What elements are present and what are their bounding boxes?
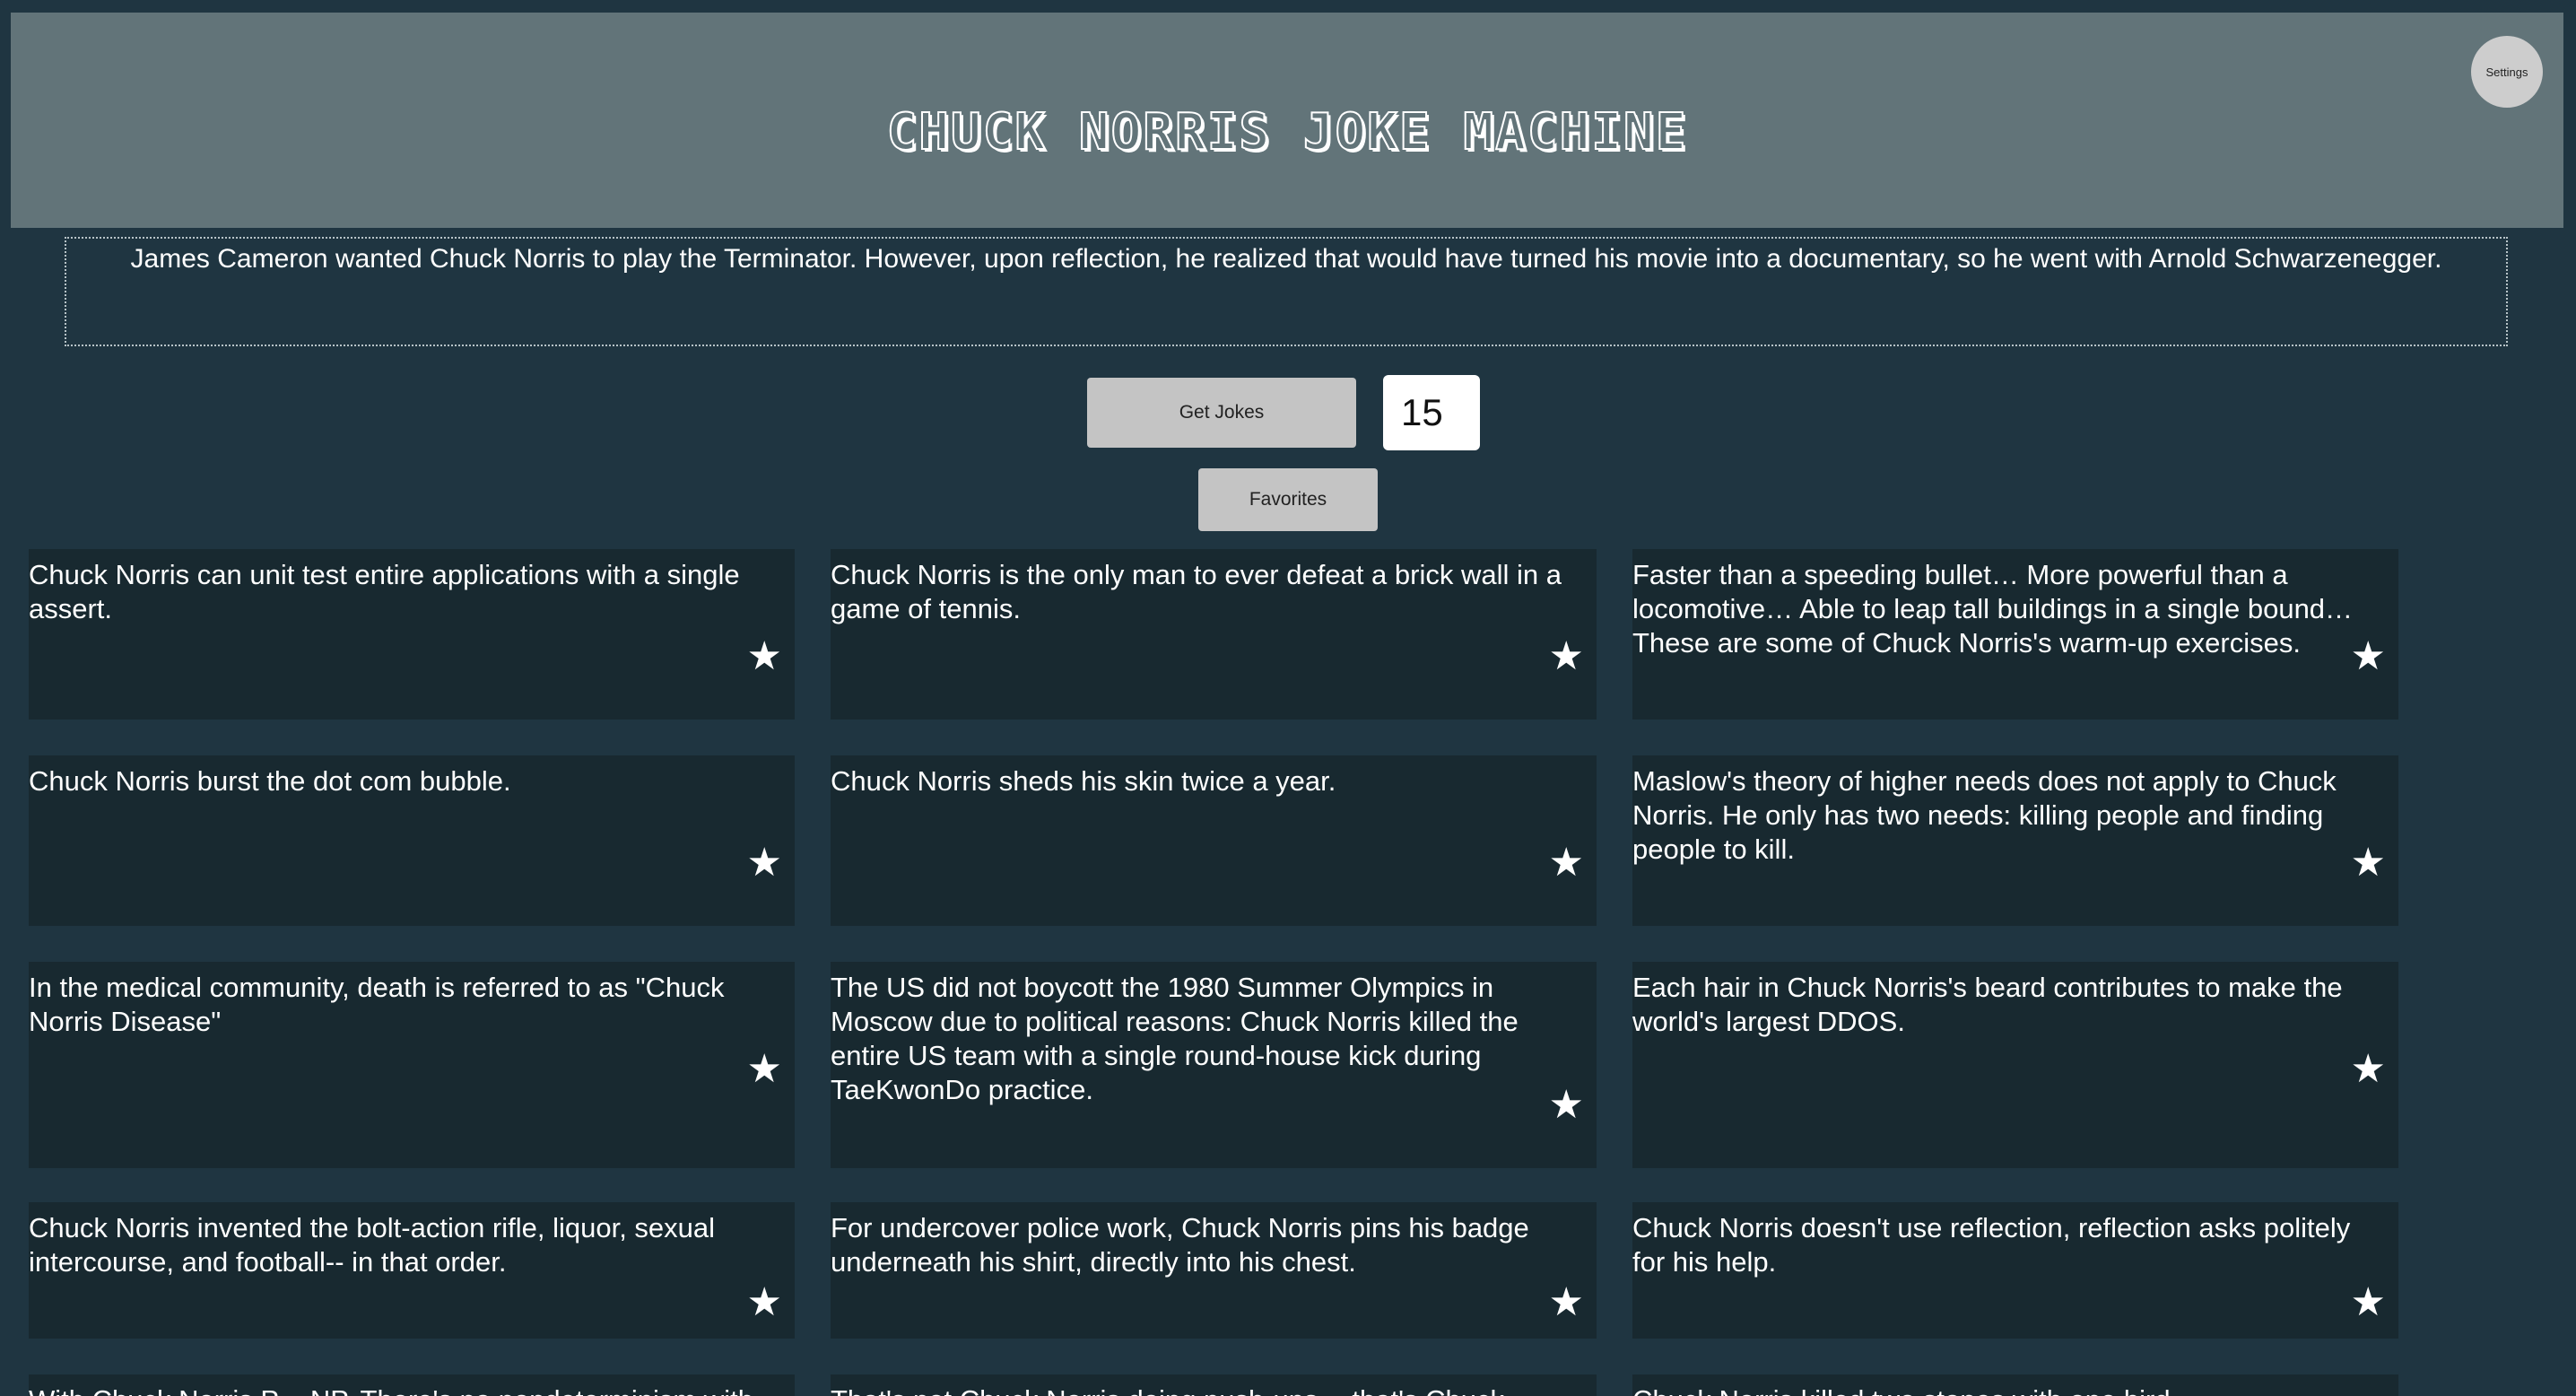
get-jokes-button[interactable]: Get Jokes (1087, 378, 1356, 448)
featured-joke: James Cameron wanted Chuck Norris to pla… (65, 237, 2508, 346)
joke-text: Each hair in Chuck Norris's beard contri… (1632, 972, 2343, 1037)
star-icon[interactable]: ★ (747, 1283, 782, 1322)
star-icon[interactable]: ★ (747, 843, 782, 883)
star-icon[interactable]: ★ (1549, 1086, 1584, 1125)
joke-text: Chuck Norris killed two stones with one … (1632, 1383, 2382, 1396)
settings-button[interactable]: Settings (2471, 36, 2543, 108)
joke-card: Each hair in Chuck Norris's beard contri… (1632, 962, 2398, 1168)
joke-text: Chuck Norris doesn't use reflection, ref… (1632, 1212, 2351, 1278)
star-icon[interactable]: ★ (2351, 637, 2386, 676)
star-icon[interactable]: ★ (747, 637, 782, 676)
joke-text: The US did not boycott the 1980 Summer O… (831, 972, 1519, 1105)
header-banner: CHUCK NORRIS JOKE MACHINE Settings (11, 13, 2563, 228)
joke-card: In the medical community, death is refer… (29, 962, 795, 1168)
star-icon[interactable]: ★ (747, 1050, 782, 1089)
joke-card: That's not Chuck Norris doing push-ups -… (831, 1374, 1597, 1396)
joke-text: Chuck Norris invented the bolt-action ri… (29, 1212, 716, 1278)
joke-card: Maslow's theory of higher needs does not… (1632, 755, 2398, 926)
joke-card: The US did not boycott the 1980 Summer O… (831, 962, 1597, 1168)
app-title: CHUCK NORRIS JOKE MACHINE (886, 102, 1688, 162)
joke-card: Chuck Norris doesn't use reflection, ref… (1632, 1202, 2398, 1339)
joke-card: With Chuck Norris P = NP. There's no non… (29, 1374, 795, 1396)
joke-text: Faster than a speeding bullet… More powe… (1632, 559, 2354, 659)
joke-card: Chuck Norris sheds his skin twice a year… (831, 755, 1597, 926)
joke-text: Chuck Norris burst the dot com bubble. (29, 765, 511, 797)
joke-card: Chuck Norris can unit test entire applic… (29, 549, 795, 720)
joke-card: Chuck Norris killed two stones with one … (1632, 1374, 2398, 1396)
joke-text: With Chuck Norris P = NP. There's no non… (29, 1383, 779, 1396)
joke-text: That's not Chuck Norris doing push-ups -… (831, 1383, 1580, 1396)
star-icon[interactable]: ★ (2351, 843, 2386, 883)
joke-text: For undercover police work, Chuck Norris… (831, 1212, 1529, 1278)
star-icon[interactable]: ★ (1549, 843, 1584, 883)
joke-card: Faster than a speeding bullet… More powe… (1632, 549, 2398, 720)
joke-card: For undercover police work, Chuck Norris… (831, 1202, 1597, 1339)
star-icon[interactable]: ★ (1549, 1283, 1584, 1322)
joke-card: Chuck Norris is the only man to ever def… (831, 549, 1597, 720)
joke-text: Chuck Norris is the only man to ever def… (831, 559, 1562, 624)
star-icon[interactable]: ★ (2351, 1283, 2386, 1322)
joke-card: Chuck Norris invented the bolt-action ri… (29, 1202, 795, 1339)
joke-text: Maslow's theory of higher needs does not… (1632, 765, 2337, 865)
joke-count-input[interactable] (1383, 375, 1480, 450)
joke-text: Chuck Norris sheds his skin twice a year… (831, 765, 1336, 797)
joke-text: In the medical community, death is refer… (29, 972, 725, 1037)
joke-card: Chuck Norris burst the dot com bubble. ★ (29, 755, 795, 926)
star-icon[interactable]: ★ (2351, 1050, 2386, 1089)
favorites-button[interactable]: Favorites (1198, 468, 1378, 531)
joke-text: Chuck Norris can unit test entire applic… (29, 559, 740, 624)
star-icon[interactable]: ★ (1549, 637, 1584, 676)
